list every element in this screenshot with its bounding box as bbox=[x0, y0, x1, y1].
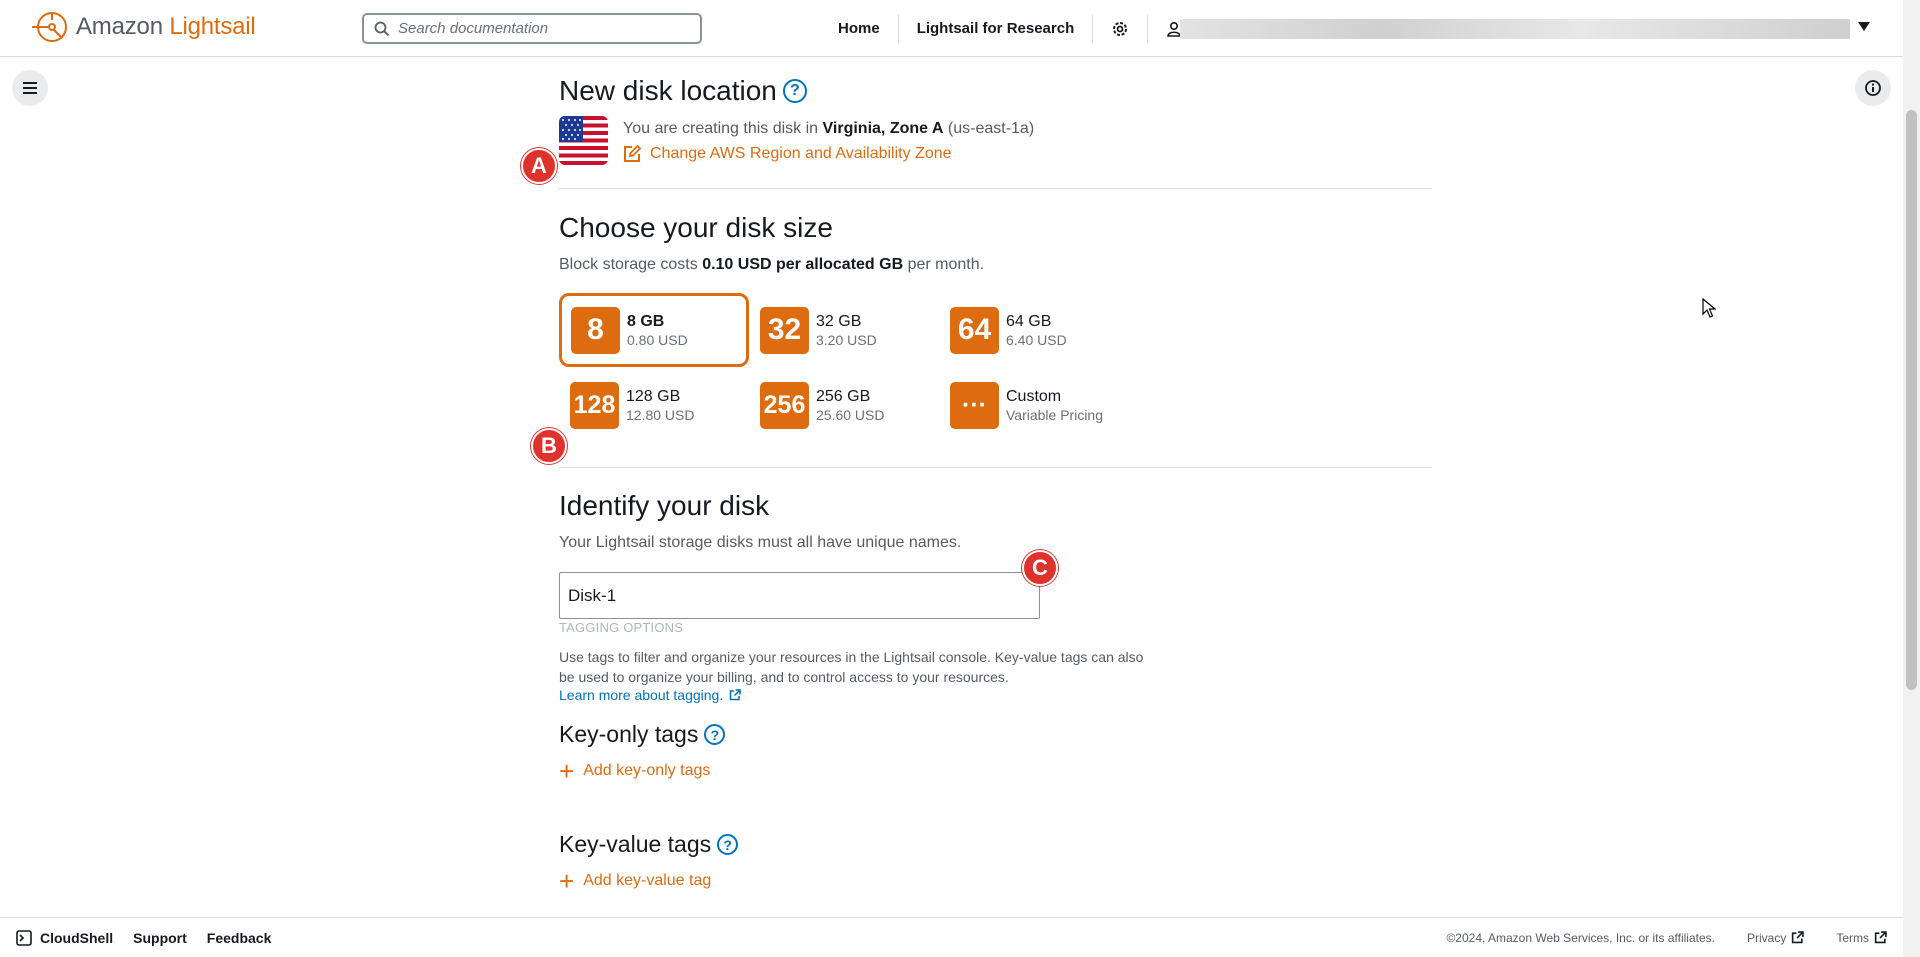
console-footer: CloudShell Support Feedback ©2024, Amazo… bbox=[0, 917, 1903, 957]
plan-price: 3.20 USD bbox=[816, 331, 877, 348]
plus-icon: + bbox=[559, 756, 575, 786]
tagging-description: Use tags to filter and organize your res… bbox=[559, 649, 1144, 685]
search-icon bbox=[374, 21, 390, 36]
privacy-link[interactable]: Privacy bbox=[1731, 931, 1805, 945]
settings-button[interactable] bbox=[1093, 20, 1147, 38]
plan-price: 12.80 USD bbox=[626, 406, 695, 423]
side-menu-button[interactable] bbox=[12, 70, 48, 106]
plan-32gb[interactable]: 32 32 GB 3.20 USD bbox=[749, 293, 939, 367]
plan-badge: 128 bbox=[570, 381, 619, 429]
section-divider bbox=[559, 188, 1432, 189]
lightsail-logo-icon bbox=[32, 12, 67, 42]
location-info: You are creating this disk in Virginia, … bbox=[559, 116, 1034, 166]
identify-heading: Identify your disk bbox=[559, 490, 770, 521]
feedback-link[interactable]: Feedback bbox=[207, 930, 272, 946]
support-link[interactable]: Support bbox=[133, 930, 187, 946]
location-heading: New disk location ? bbox=[559, 75, 807, 107]
add-key-only-tags-button[interactable]: + Add key-only tags bbox=[559, 756, 710, 786]
add-key-value-tag-button[interactable]: + Add key-value tag bbox=[559, 866, 711, 896]
plan-badge: 32 bbox=[760, 306, 809, 354]
help-icon[interactable]: ? bbox=[717, 834, 739, 855]
key-only-tags-heading: Key-only tags ? bbox=[559, 721, 726, 748]
us-flag-icon bbox=[559, 116, 608, 165]
cloudshell-icon bbox=[16, 929, 32, 946]
plan-badge: 64 bbox=[950, 306, 999, 354]
copyright-text: ©2024, Amazon Web Services, Inc. or its … bbox=[1446, 930, 1715, 945]
disk-size-heading: Choose your disk size bbox=[559, 212, 833, 243]
search-input[interactable]: Search documentation bbox=[362, 13, 702, 44]
section-divider bbox=[559, 467, 1432, 468]
key-value-tags-heading: Key-value tags ? bbox=[559, 831, 739, 858]
header-nav: Home Lightsail for Research bbox=[820, 0, 1186, 57]
learn-more-tagging-link[interactable]: Learn more about tagging. bbox=[559, 687, 741, 703]
plan-128gb[interactable]: 128 128 GB 12.80 USD bbox=[559, 368, 749, 442]
plan-badge: 256 bbox=[760, 381, 809, 429]
plan-price: 6.40 USD bbox=[1006, 331, 1067, 348]
annotation-marker-b: B bbox=[531, 428, 567, 464]
edit-icon bbox=[624, 144, 641, 162]
plan-title: 32 GB bbox=[816, 312, 862, 330]
plan-title: 64 GB bbox=[1006, 312, 1052, 330]
cloudshell-link[interactable]: CloudShell bbox=[40, 930, 113, 946]
ellipsis-icon: ··· bbox=[950, 381, 999, 429]
mouse-cursor-icon bbox=[1702, 298, 1716, 318]
plan-badge: 8 bbox=[571, 306, 620, 354]
plan-price: 0.80 USD bbox=[627, 331, 688, 348]
plan-8gb[interactable]: 8 8 GB 0.80 USD bbox=[559, 293, 749, 367]
change-region-link[interactable]: Change AWS Region and Availability Zone bbox=[623, 141, 1034, 166]
zone-code: (us-east-1a) bbox=[947, 120, 1035, 137]
help-icon[interactable]: ? bbox=[782, 79, 807, 103]
plan-title: 256 GB bbox=[816, 387, 871, 405]
annotation-marker-a: A bbox=[521, 148, 557, 184]
scrollbar-thumb[interactable] bbox=[1906, 110, 1917, 690]
disk-name-input[interactable]: Disk-1 bbox=[559, 572, 1040, 619]
logo-text: Amazon Lightsail bbox=[76, 13, 256, 40]
help-icon[interactable]: ? bbox=[704, 724, 726, 745]
storage-cost-text: Block storage costs 0.10 USD per allocat… bbox=[559, 256, 985, 273]
hamburger-menu-icon bbox=[23, 82, 37, 94]
plan-title: 8 GB bbox=[627, 312, 665, 330]
info-panel-button[interactable] bbox=[1855, 70, 1891, 106]
plus-icon: + bbox=[559, 866, 575, 896]
identify-subtitle: Your Lightsail storage disks must all ha… bbox=[559, 534, 962, 551]
gear-icon bbox=[1113, 21, 1128, 36]
plan-title: Custom bbox=[1006, 387, 1062, 405]
annotation-marker-c: C bbox=[1022, 550, 1058, 586]
plan-price: 25.60 USD bbox=[816, 406, 885, 423]
tagging-options-label: TAGGING OPTIONS bbox=[559, 620, 684, 635]
nav-lightsail-research-link[interactable]: Lightsail for Research bbox=[899, 20, 1093, 37]
location-title: New disk location bbox=[559, 75, 777, 106]
info-icon bbox=[1865, 80, 1881, 96]
plan-price: Variable Pricing bbox=[1006, 406, 1104, 423]
region-name: Virginia, Zone A bbox=[822, 120, 944, 137]
top-navigation-bar: Amazon Lightsail Search documentation Ho… bbox=[0, 0, 1903, 57]
terms-link[interactable]: Terms bbox=[1820, 931, 1887, 945]
lightsail-logo[interactable]: Amazon Lightsail bbox=[30, 10, 256, 44]
nav-home-link[interactable]: Home bbox=[820, 20, 898, 37]
account-name-redacted[interactable] bbox=[1180, 19, 1850, 39]
plan-title: 128 GB bbox=[626, 387, 681, 405]
search-placeholder: Search documentation bbox=[398, 20, 549, 37]
chevron-down-icon[interactable] bbox=[1858, 22, 1870, 31]
external-link-icon bbox=[1792, 931, 1805, 944]
external-link-icon bbox=[1874, 931, 1887, 944]
plan-64gb[interactable]: 64 64 GB 6.40 USD bbox=[939, 293, 1129, 367]
plan-256gb[interactable]: 256 256 GB 25.60 USD bbox=[749, 368, 939, 442]
external-link-icon bbox=[729, 689, 741, 701]
plan-custom[interactable]: ··· Custom Variable Pricing bbox=[939, 368, 1129, 442]
location-text: You are creating this disk in Virginia, … bbox=[623, 116, 1034, 166]
